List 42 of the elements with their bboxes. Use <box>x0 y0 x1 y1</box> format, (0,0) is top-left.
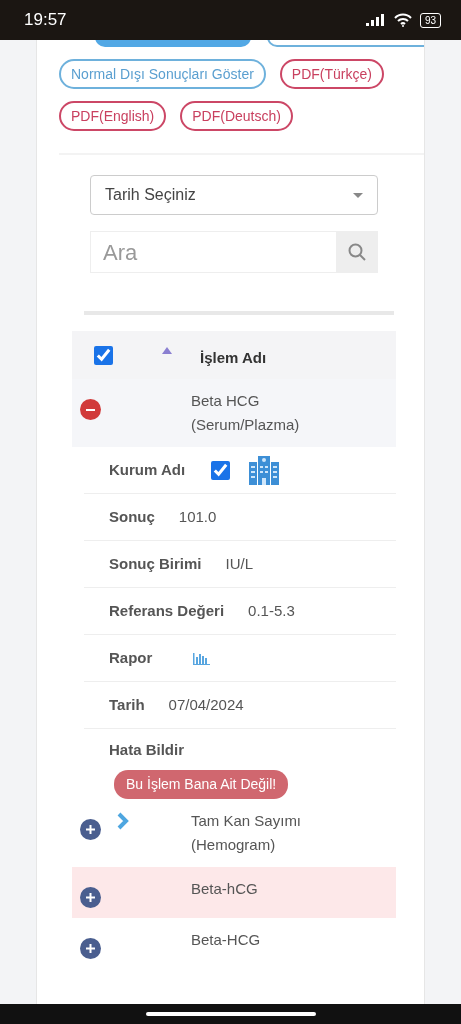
date-select[interactable]: Tarih Seçiniz <box>90 175 378 215</box>
field-value: 101.0 <box>178 506 217 527</box>
plus-icon <box>86 824 95 834</box>
report-error-button[interactable]: Bu İşlem Bana Ait Değil! <box>114 769 289 799</box>
pdf-button[interactable]: PDF(Deutsch) <box>180 101 293 131</box>
pdf-button[interactable]: PDF(Türkçe) <box>279 59 384 89</box>
field-label: Tarih <box>109 694 145 715</box>
search-field[interactable]: Ara <box>90 231 336 273</box>
field-value: 0.1-5.3 <box>248 600 295 621</box>
clock: 19:57 <box>24 9 67 32</box>
plus-icon <box>86 943 95 953</box>
field-label: Sonuç <box>109 506 155 527</box>
battery-level: 93 <box>419 12 441 28</box>
minus-icon <box>86 408 95 411</box>
search-button[interactable] <box>336 231 378 273</box>
search-icon <box>348 243 366 261</box>
expand-button[interactable] <box>80 818 101 840</box>
column-header[interactable]: İşlem Adı <box>200 346 267 370</box>
pdf-button[interactable]: PDF(English) <box>59 101 167 131</box>
sort-icon[interactable] <box>162 346 172 354</box>
bar-chart-icon[interactable] <box>193 651 211 665</box>
procedure-name[interactable]: Tam Kan Sayımı (Hemogram) <box>191 808 341 857</box>
building-icon <box>248 454 281 486</box>
chevron-right-icon[interactable] <box>117 811 129 830</box>
select-all-checkbox[interactable] <box>94 345 113 365</box>
field-label: Kurum Adı <box>109 459 186 480</box>
collapse-button[interactable] <box>80 399 101 420</box>
wifi-icon <box>393 13 412 27</box>
field-value: 07/04/2024 <box>168 694 244 715</box>
procedure-name[interactable]: Beta-hCG <box>191 876 258 901</box>
institution-checkbox[interactable] <box>211 460 231 480</box>
field-label: Rapor <box>109 647 153 668</box>
procedure-name[interactable]: Beta-HCG <box>191 927 261 952</box>
field-label: Hata Bildir <box>109 740 184 760</box>
expand-button[interactable] <box>80 937 101 959</box>
field-value: IU/L <box>225 553 254 574</box>
expand-button[interactable] <box>80 886 101 908</box>
field-label: Referans Değeri <box>109 600 225 621</box>
signal-icon <box>365 14 386 26</box>
plus-icon <box>86 892 95 902</box>
procedure-name[interactable]: Beta HCG (Serum/Plazma) <box>191 389 341 437</box>
field-label: Sonuç Birimi <box>109 553 202 574</box>
